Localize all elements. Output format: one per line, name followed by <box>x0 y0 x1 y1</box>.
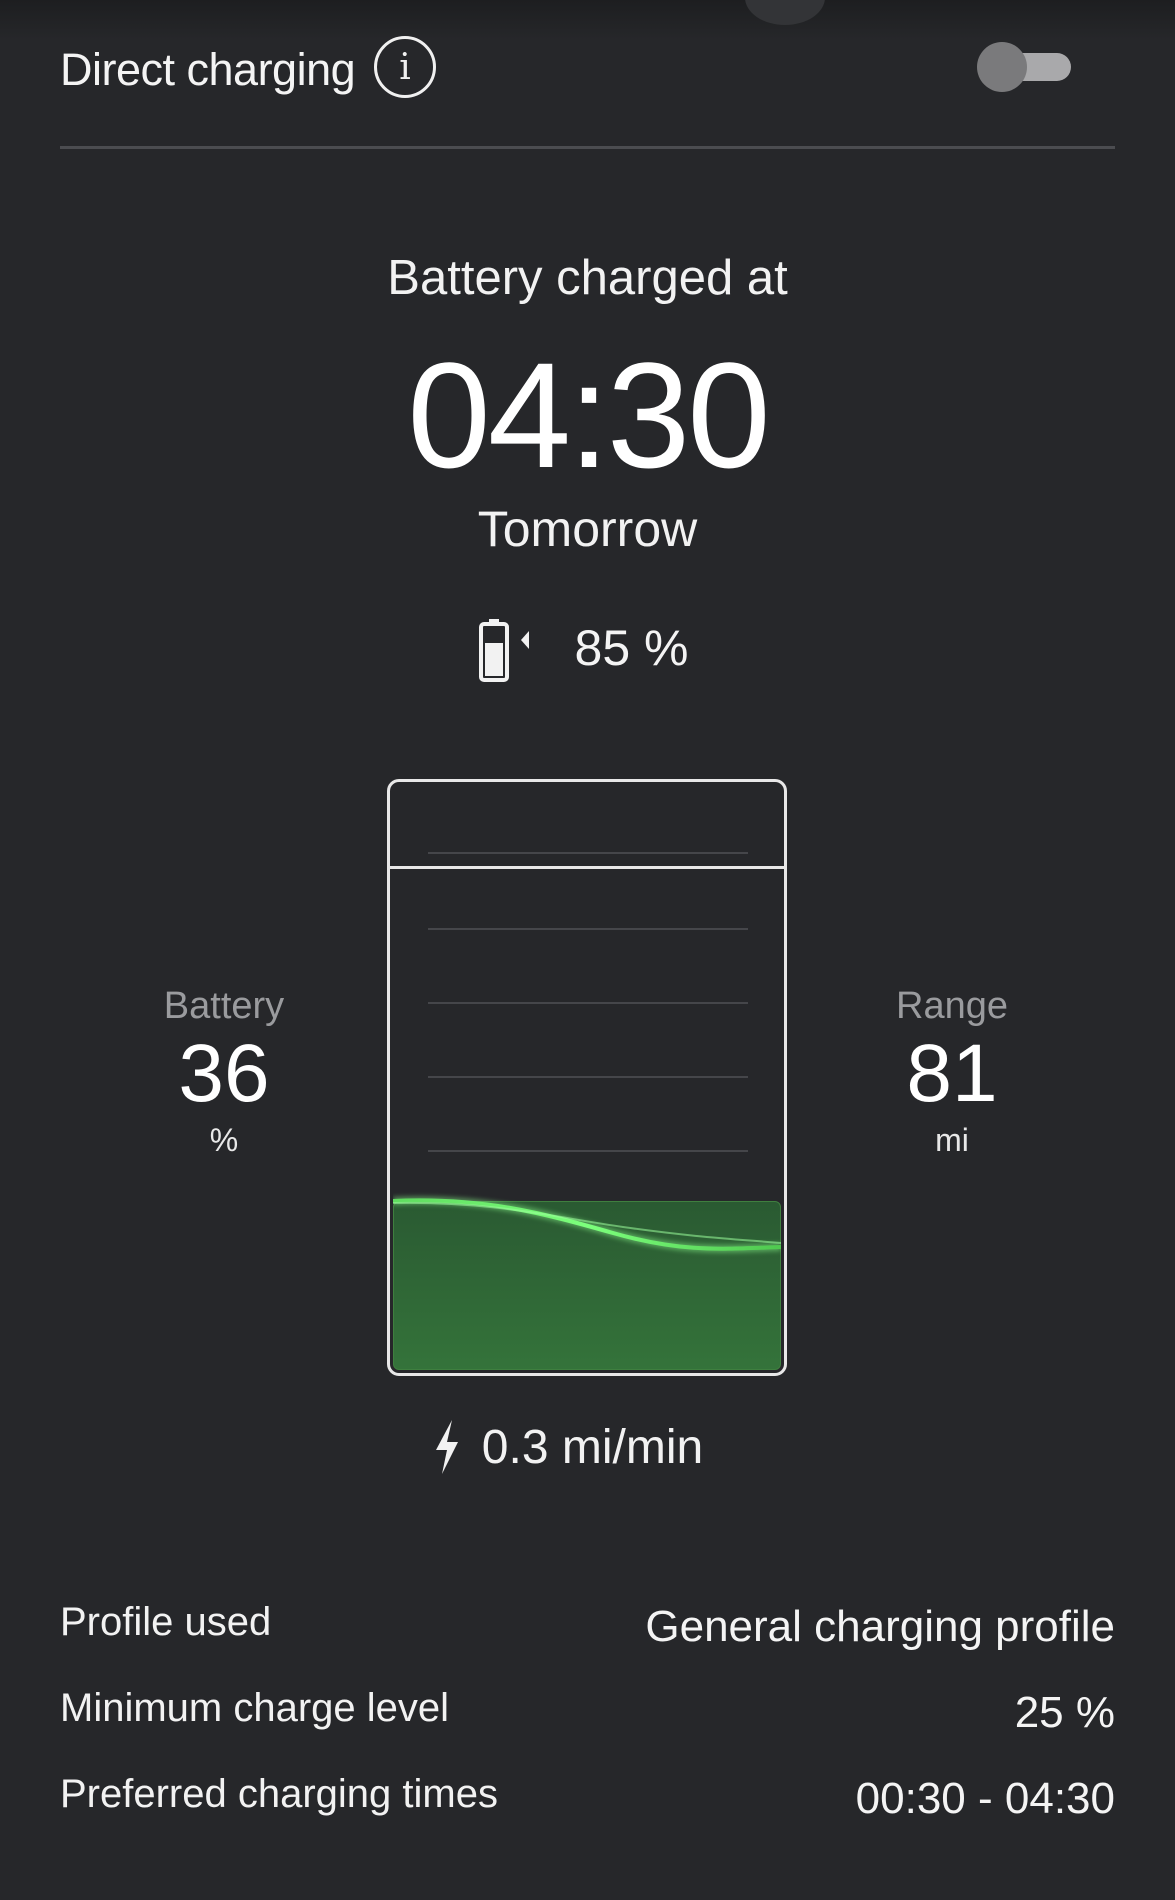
range-stat-unit: mi <box>935 1122 969 1158</box>
detail-minimum-charge-level: Minimum charge level 25 % <box>60 1686 1115 1772</box>
detail-preferred-charging-times: Preferred charging times 00:30 - 04:30 <box>60 1772 1115 1858</box>
battery-tick <box>428 852 748 854</box>
battery-stat: Battery 36 % <box>124 985 324 1159</box>
detail-value: 00:30 - 04:30 <box>855 1774 1115 1823</box>
battery-tick <box>428 1076 748 1078</box>
battery-stat-value: 36 <box>178 1028 270 1119</box>
battery-cap-line <box>390 866 784 869</box>
detail-label: Profile used <box>60 1600 272 1644</box>
battery-wave <box>393 1196 781 1253</box>
detail-label: Preferred charging times <box>60 1772 498 1816</box>
battery-charged-label: Battery charged at <box>387 251 788 305</box>
battery-stat-label: Battery <box>163 985 285 1027</box>
direct-charging-title: Direct charging <box>60 44 356 95</box>
detail-label: Minimum charge level <box>60 1686 450 1730</box>
charging-details: Profile used General charging profile Mi… <box>60 1600 1115 1858</box>
target-charge-level: 85 % <box>0 613 1175 683</box>
charging-rate: 0.3 mi/min <box>0 1412 1175 1482</box>
range-stat-label: Range <box>896 985 1008 1027</box>
battery-tick <box>428 1002 748 1004</box>
charging-rate-value: 0.3 mi/min <box>481 1420 704 1474</box>
target-level-value: 85 % <box>574 620 689 676</box>
range-stat-value: 81 <box>906 1028 998 1119</box>
direct-charging-header: Direct charging i <box>60 30 1115 110</box>
battery-charged-day: Tomorrow <box>477 501 698 557</box>
header-divider <box>60 146 1115 149</box>
direct-charging-toggle[interactable] <box>977 42 1073 92</box>
range-stat: Range 81 mi <box>852 985 1052 1159</box>
detail-value: General charging profile <box>645 1602 1115 1651</box>
lightning-bolt-icon <box>435 1420 458 1474</box>
battery-charging-icon <box>478 619 529 682</box>
info-icon[interactable]: i <box>374 36 436 98</box>
toggle-thumb <box>977 42 1027 92</box>
detail-value: 25 % <box>1014 1688 1115 1737</box>
battery-tick <box>428 1150 748 1152</box>
battery-stat-unit: % <box>209 1122 239 1158</box>
battery-tick <box>428 928 748 930</box>
battery-graphic <box>387 779 787 1376</box>
battery-charged-time: 04:30 <box>407 331 770 499</box>
detail-profile-used: Profile used General charging profile <box>60 1600 1115 1686</box>
